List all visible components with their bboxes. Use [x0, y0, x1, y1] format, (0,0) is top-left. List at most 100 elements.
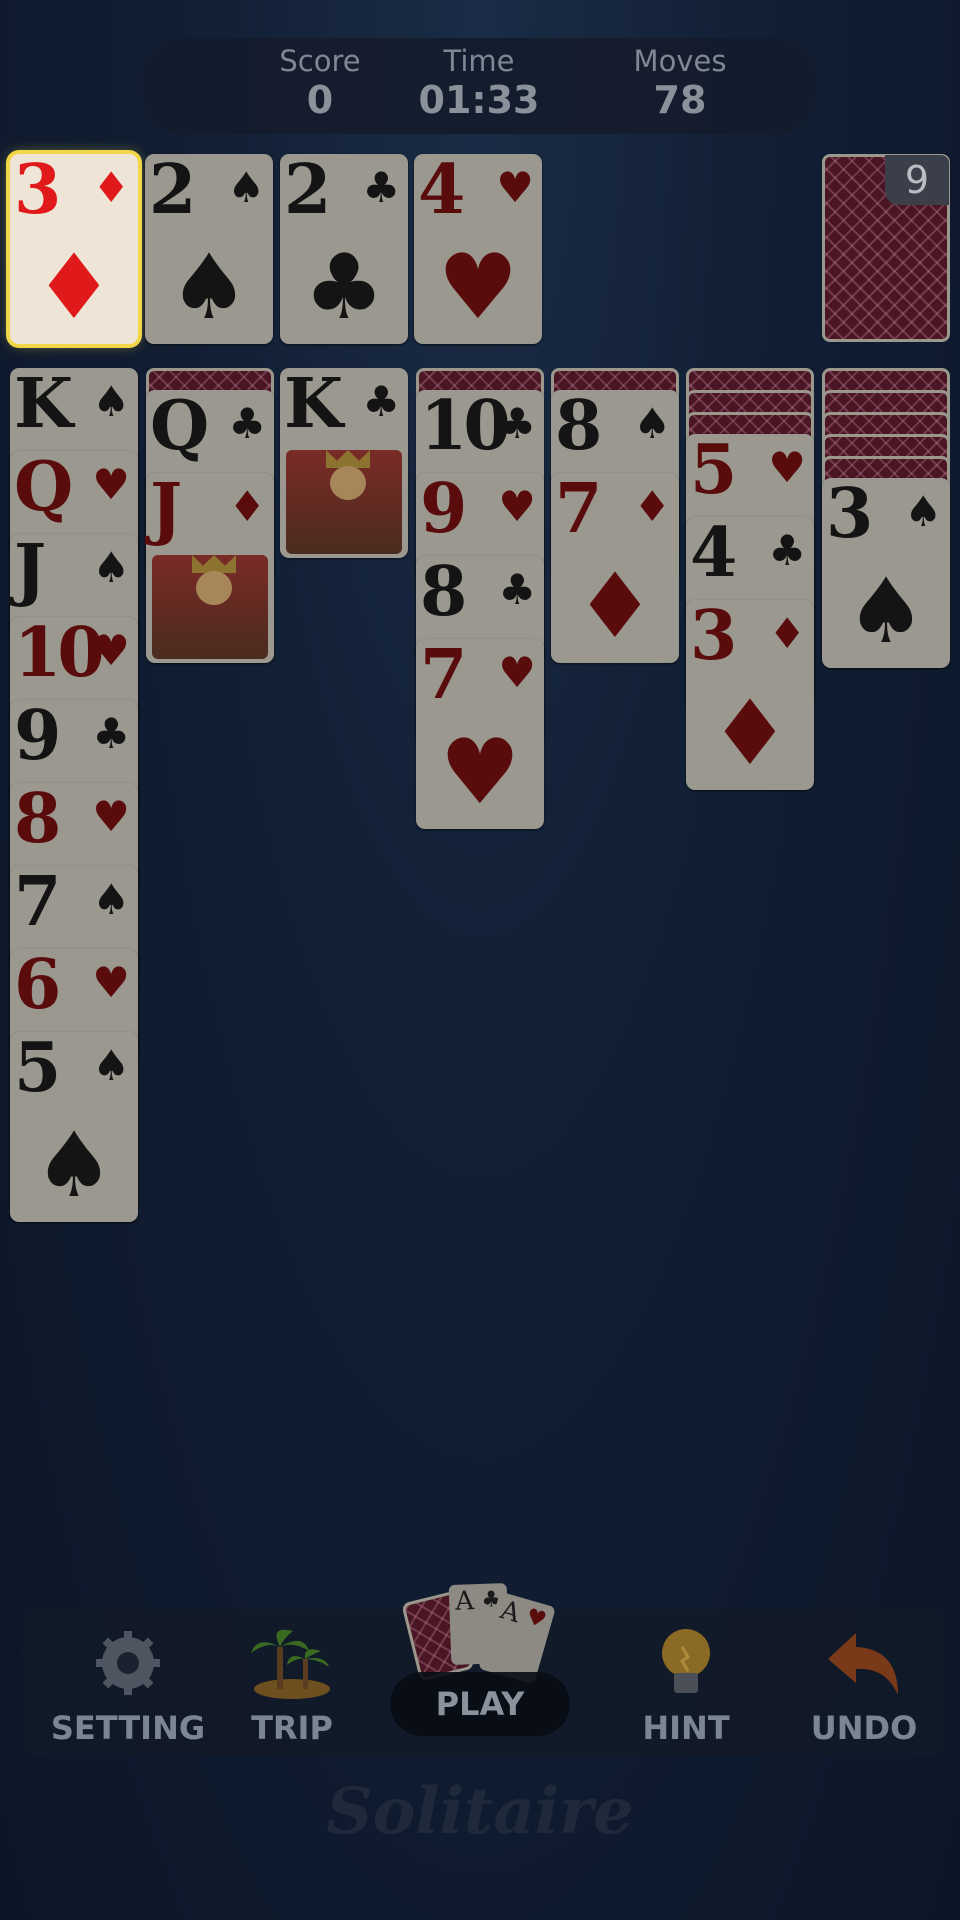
card-suit-icon: ♦ — [92, 163, 130, 212]
card-rank: 8 — [420, 552, 467, 632]
card-suit-icon: ♣ — [362, 163, 400, 212]
score-panel: Score 0 Time 01:33 Moves 78 — [142, 38, 816, 134]
card-rank: 4 — [418, 150, 465, 230]
hint-button[interactable]: HINT — [596, 1609, 776, 1757]
palm-island-icon — [247, 1625, 337, 1715]
card-suit-icon: ♣ — [362, 377, 400, 426]
card-suit-icon: ♥ — [92, 460, 130, 509]
card-suit-icon: ♠ — [904, 487, 942, 536]
card-suit-icon: ♥ — [498, 482, 536, 531]
card-suit-icon: ♠ — [633, 399, 671, 448]
card[interactable]: 7 ♥ ♥ — [416, 635, 544, 829]
card-rank: 5 — [690, 430, 737, 510]
card-center-suit-icon: ♥ — [439, 720, 521, 825]
setting-button[interactable]: SETTING — [38, 1609, 218, 1757]
setting-label: SETTING — [50, 1709, 206, 1747]
card-rank: 7 — [420, 635, 467, 715]
play-card-rank: A — [497, 1595, 524, 1630]
card-suit-icon: ♦ — [633, 482, 671, 531]
card-rank: 7 — [555, 469, 602, 549]
card-rank: 2 — [284, 150, 331, 230]
stock-count-badge: 9 — [885, 155, 949, 205]
card-center-suit-icon: ♥ — [437, 235, 519, 340]
card-suit-icon: ♥ — [496, 163, 534, 212]
undo-arrow-icon — [824, 1625, 904, 1715]
card-suit-icon: ♥ — [498, 648, 536, 697]
card-rank: 7 — [14, 862, 61, 942]
card-rank: Q — [150, 386, 209, 466]
solitaire-logo: Solitaire — [326, 1774, 634, 1849]
card-suit-icon: ♣ — [498, 399, 536, 448]
card[interactable]: 3 ♦ ♦ — [10, 150, 138, 344]
court-figure-icon — [152, 555, 268, 659]
trip-label: TRIP — [251, 1709, 333, 1747]
hint-label: HINT — [642, 1709, 730, 1747]
card[interactable]: 7 ♦ ♦ — [551, 469, 679, 663]
card-rank: 6 — [14, 945, 61, 1025]
card-rank: J — [150, 469, 182, 549]
stock-pile[interactable]: 9 — [822, 154, 950, 342]
card-suit-icon: ♦ — [768, 609, 806, 658]
card[interactable]: 3 ♠ ♠ — [822, 474, 950, 668]
card-rank: 2 — [149, 150, 196, 230]
card-center-suit-icon: ♠ — [33, 1113, 115, 1218]
card[interactable]: 3 ♦ ♦ — [686, 596, 814, 790]
gear-wrench-icon — [90, 1625, 166, 1715]
card-rank: 8 — [555, 386, 602, 466]
card-rank: 9 — [420, 469, 467, 549]
card-suit-icon: ♣ — [498, 565, 536, 614]
card[interactable]: 2 ♠ ♠ — [145, 150, 273, 344]
time-stat: Time 01:33 — [379, 44, 579, 122]
card-suit-icon: ♠ — [92, 1041, 130, 1090]
card-rank: 10 — [14, 613, 105, 693]
moves-stat: Moves 78 — [580, 44, 780, 122]
card-suit-icon: ♠ — [92, 377, 130, 426]
card-suit-icon: ♥ — [92, 626, 130, 675]
card-rank: J — [14, 530, 46, 610]
court-figure-icon — [286, 450, 402, 554]
moves-value: 78 — [653, 78, 707, 122]
card-rank: 9 — [14, 696, 61, 776]
card-suit-icon: ♠ — [92, 875, 130, 924]
play-card-rank: A — [454, 1586, 475, 1617]
card-rank: 4 — [690, 513, 737, 593]
card-suit-icon: ♠ — [227, 163, 265, 212]
card-suit-icon: ♥ — [92, 792, 130, 841]
card-rank: 3 — [14, 150, 61, 230]
card-suit-icon: ♥ — [768, 443, 806, 492]
card-suit-icon: ♦ — [228, 482, 266, 531]
lightbulb-icon — [656, 1625, 716, 1715]
card[interactable]: 4 ♥ ♥ — [414, 150, 542, 344]
card-suit-icon: ♠ — [92, 543, 130, 592]
card-center-suit-icon: ♦ — [33, 235, 115, 340]
card-center-suit-icon: ♣ — [303, 235, 385, 340]
card-center-suit-icon: ♦ — [709, 681, 791, 786]
card-rank: K — [14, 364, 73, 444]
card-center-suit-icon: ♠ — [168, 235, 250, 340]
card-center-suit-icon: ♠ — [845, 559, 927, 664]
undo-label: UNDO — [810, 1709, 918, 1747]
card[interactable]: K ♣ — [280, 364, 408, 558]
card-suit-icon: ♣ — [228, 399, 266, 448]
card-suit-icon: ♥ — [92, 958, 130, 1007]
time-label: Time — [443, 44, 515, 78]
play-button[interactable]: PLAY — [390, 1672, 570, 1736]
card-suit-icon: ♣ — [768, 526, 806, 575]
moves-label: Moves — [633, 44, 727, 78]
heart-icon: ♥ — [523, 1604, 550, 1634]
card-rank: 5 — [14, 1028, 61, 1108]
card-center-suit-icon: ♦ — [574, 554, 656, 659]
card[interactable]: J ♦ — [146, 469, 274, 663]
card-suit-icon: ♣ — [92, 709, 130, 758]
card[interactable]: 2 ♣ ♣ — [280, 150, 408, 344]
card-rank: 3 — [826, 474, 873, 554]
card-rank: 10 — [420, 386, 511, 466]
card[interactable]: 5 ♠ ♠ — [10, 1028, 138, 1222]
card-rank: Q — [14, 447, 73, 527]
card-rank: 8 — [14, 779, 61, 859]
cards-icon[interactable]: A ♣ A ♥ — [401, 1583, 560, 1685]
trip-button[interactable]: TRIP — [202, 1609, 382, 1757]
card-rank: K — [284, 364, 343, 444]
undo-button[interactable]: UNDO — [774, 1609, 954, 1757]
time-value: 01:33 — [418, 78, 540, 122]
